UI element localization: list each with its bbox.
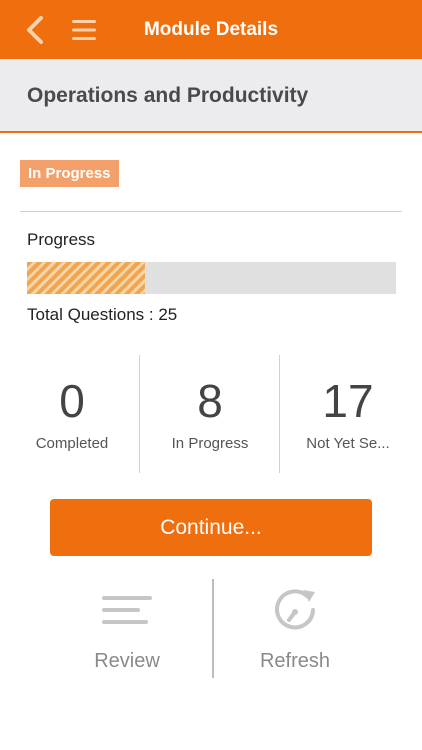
refresh-label: Refresh [259, 650, 331, 672]
stat-label: Not Yet Se... [306, 435, 390, 452]
top-bar: Module Details [0, 0, 422, 59]
page-title: Module Details [143, 19, 279, 40]
module-title: Operations and Productivity [27, 84, 309, 107]
stat-value: 0 [59, 375, 85, 427]
stat-value: 17 [322, 375, 374, 427]
continue-button[interactable]: Continue... [50, 499, 372, 556]
stat-label: Completed [35, 435, 109, 452]
stat-in-progress: 8 In Progress [140, 355, 280, 473]
module-header: Operations and Productivity [0, 59, 422, 133]
lines-icon [102, 596, 152, 624]
refresh-clock-icon [275, 589, 315, 630]
stat-label: In Progress [171, 435, 249, 452]
divider [20, 211, 402, 212]
progress-bar-fill [27, 262, 146, 294]
total-questions: Total Questions : 25 [27, 305, 178, 324]
refresh-button[interactable]: Refresh [190, 578, 400, 678]
stat-not-yet-seen: 17 Not Yet Se... [278, 355, 418, 473]
stat-completed: 0 Completed [2, 355, 142, 473]
status-badge: In Progress [20, 160, 119, 187]
progress-bar [27, 262, 396, 294]
progress-label: Progress [27, 230, 96, 249]
stat-value: 8 [197, 375, 223, 427]
stats-panel: 0 Completed 8 In Progress 17 Not Yet Se.… [0, 355, 422, 473]
